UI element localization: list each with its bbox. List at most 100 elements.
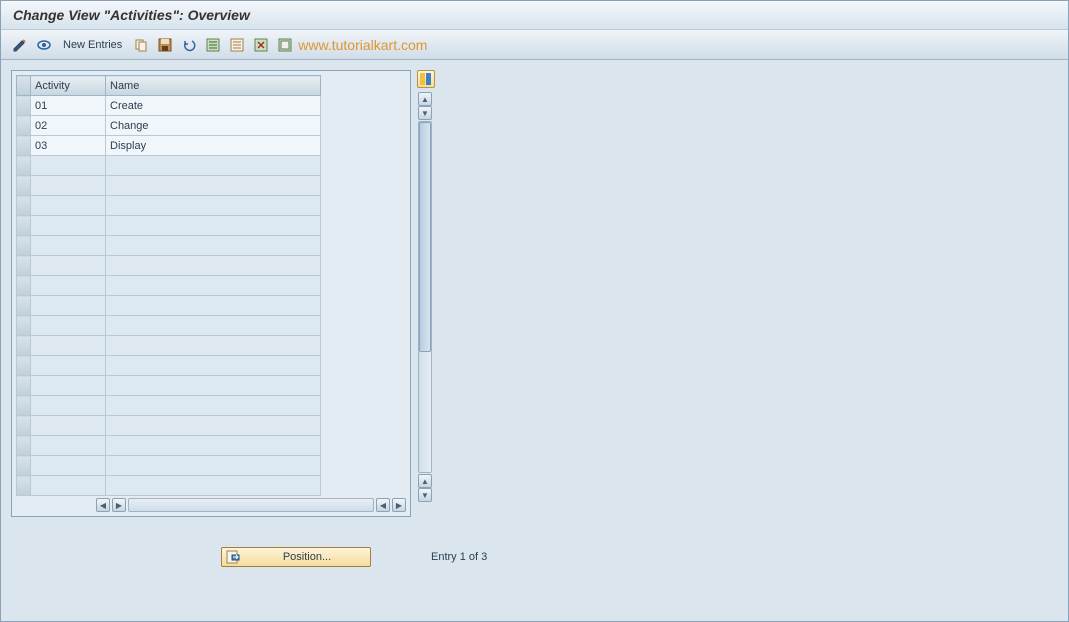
table-row-empty[interactable] [17,176,321,196]
delete-icon[interactable] [252,36,270,54]
cell-empty[interactable] [106,436,321,456]
table-row-empty[interactable] [17,456,321,476]
cell-empty[interactable] [31,176,106,196]
column-header-name[interactable]: Name [106,76,321,96]
cell-empty[interactable] [106,356,321,376]
cell-empty[interactable] [106,196,321,216]
cell-empty[interactable] [106,456,321,476]
cell-empty[interactable] [106,396,321,416]
scroll-left-btn[interactable]: ◀ [96,498,110,512]
table-row-empty[interactable] [17,296,321,316]
cell-empty[interactable] [31,196,106,216]
position-button[interactable]: Position... [221,547,371,567]
cell-empty[interactable] [106,256,321,276]
row-selector[interactable] [17,396,31,416]
cell-activity[interactable]: 02 [31,116,106,136]
table-row[interactable]: 02Change [17,116,321,136]
table-row-empty[interactable] [17,416,321,436]
row-selector-header[interactable] [17,76,31,96]
table-row-empty[interactable] [17,276,321,296]
cell-empty[interactable] [106,376,321,396]
table-row[interactable]: 01Create [17,96,321,116]
table-row-empty[interactable] [17,316,321,336]
cell-empty[interactable] [106,236,321,256]
row-selector[interactable] [17,316,31,336]
table-row-empty[interactable] [17,356,321,376]
cell-empty[interactable] [106,336,321,356]
row-selector[interactable] [17,136,31,156]
row-selector[interactable] [17,436,31,456]
select-all-icon[interactable] [204,36,222,54]
row-selector[interactable] [17,176,31,196]
row-selector[interactable] [17,356,31,376]
row-selector[interactable] [17,416,31,436]
vertical-scrollbar[interactable]: ▲ ▼ ▲ ▼ [417,92,433,502]
cell-empty[interactable] [106,276,321,296]
cell-empty[interactable] [106,296,321,316]
cell-empty[interactable] [31,296,106,316]
cell-empty[interactable] [31,276,106,296]
cell-name[interactable]: Change [106,116,321,136]
scroll-up-btn[interactable]: ▲ [418,92,432,106]
row-selector[interactable] [17,296,31,316]
table-row-empty[interactable] [17,436,321,456]
cell-empty[interactable] [31,376,106,396]
cell-empty[interactable] [31,336,106,356]
copy-icon[interactable] [132,36,150,54]
cell-empty[interactable] [31,456,106,476]
row-selector[interactable] [17,116,31,136]
table-row-empty[interactable] [17,476,321,496]
row-selector[interactable] [17,216,31,236]
row-selector[interactable] [17,456,31,476]
other-view-icon[interactable] [35,36,53,54]
table-row-empty[interactable] [17,216,321,236]
cell-empty[interactable] [106,216,321,236]
cell-empty[interactable] [31,436,106,456]
row-selector[interactable] [17,156,31,176]
cell-empty[interactable] [106,476,321,496]
cell-empty[interactable] [106,156,321,176]
table-settings-icon[interactable] [417,70,435,88]
undo-icon[interactable] [180,36,198,54]
row-selector[interactable] [17,236,31,256]
scroll-step-up-btn[interactable]: ▼ [418,106,432,120]
scroll-step-left-btn[interactable]: ▶ [112,498,126,512]
row-selector[interactable] [17,476,31,496]
table-row-empty[interactable] [17,256,321,276]
cell-empty[interactable] [31,216,106,236]
scroll-step-right-btn[interactable]: ◀ [376,498,390,512]
cell-activity[interactable]: 01 [31,96,106,116]
horizontal-scrollbar[interactable]: ◀ ▶ ◀ ▶ [16,498,406,512]
cell-empty[interactable] [31,396,106,416]
table-row-empty[interactable] [17,236,321,256]
row-selector[interactable] [17,96,31,116]
deselect-all-icon[interactable] [228,36,246,54]
column-header-activity[interactable]: Activity [31,76,106,96]
cell-name[interactable]: Create [106,96,321,116]
scroll-down-btn[interactable]: ▼ [418,488,432,502]
new-entries-button[interactable]: New Entries [59,37,126,53]
v-scroll-track[interactable] [418,121,432,473]
save-icon[interactable] [156,36,174,54]
scroll-step-down-btn[interactable]: ▲ [418,474,432,488]
table-row-empty[interactable] [17,156,321,176]
scroll-right-btn[interactable]: ▶ [392,498,406,512]
print-icon[interactable] [276,36,294,54]
row-selector[interactable] [17,276,31,296]
table-row-empty[interactable] [17,196,321,216]
cell-empty[interactable] [31,256,106,276]
row-selector[interactable] [17,256,31,276]
table-row-empty[interactable] [17,396,321,416]
cell-empty[interactable] [31,416,106,436]
cell-empty[interactable] [31,356,106,376]
table-row-empty[interactable] [17,376,321,396]
cell-empty[interactable] [106,416,321,436]
cell-activity[interactable]: 03 [31,136,106,156]
cell-name[interactable]: Display [106,136,321,156]
h-scroll-track[interactable] [128,498,374,512]
row-selector[interactable] [17,336,31,356]
cell-empty[interactable] [31,236,106,256]
table-row-empty[interactable] [17,336,321,356]
row-selector[interactable] [17,376,31,396]
row-selector[interactable] [17,196,31,216]
